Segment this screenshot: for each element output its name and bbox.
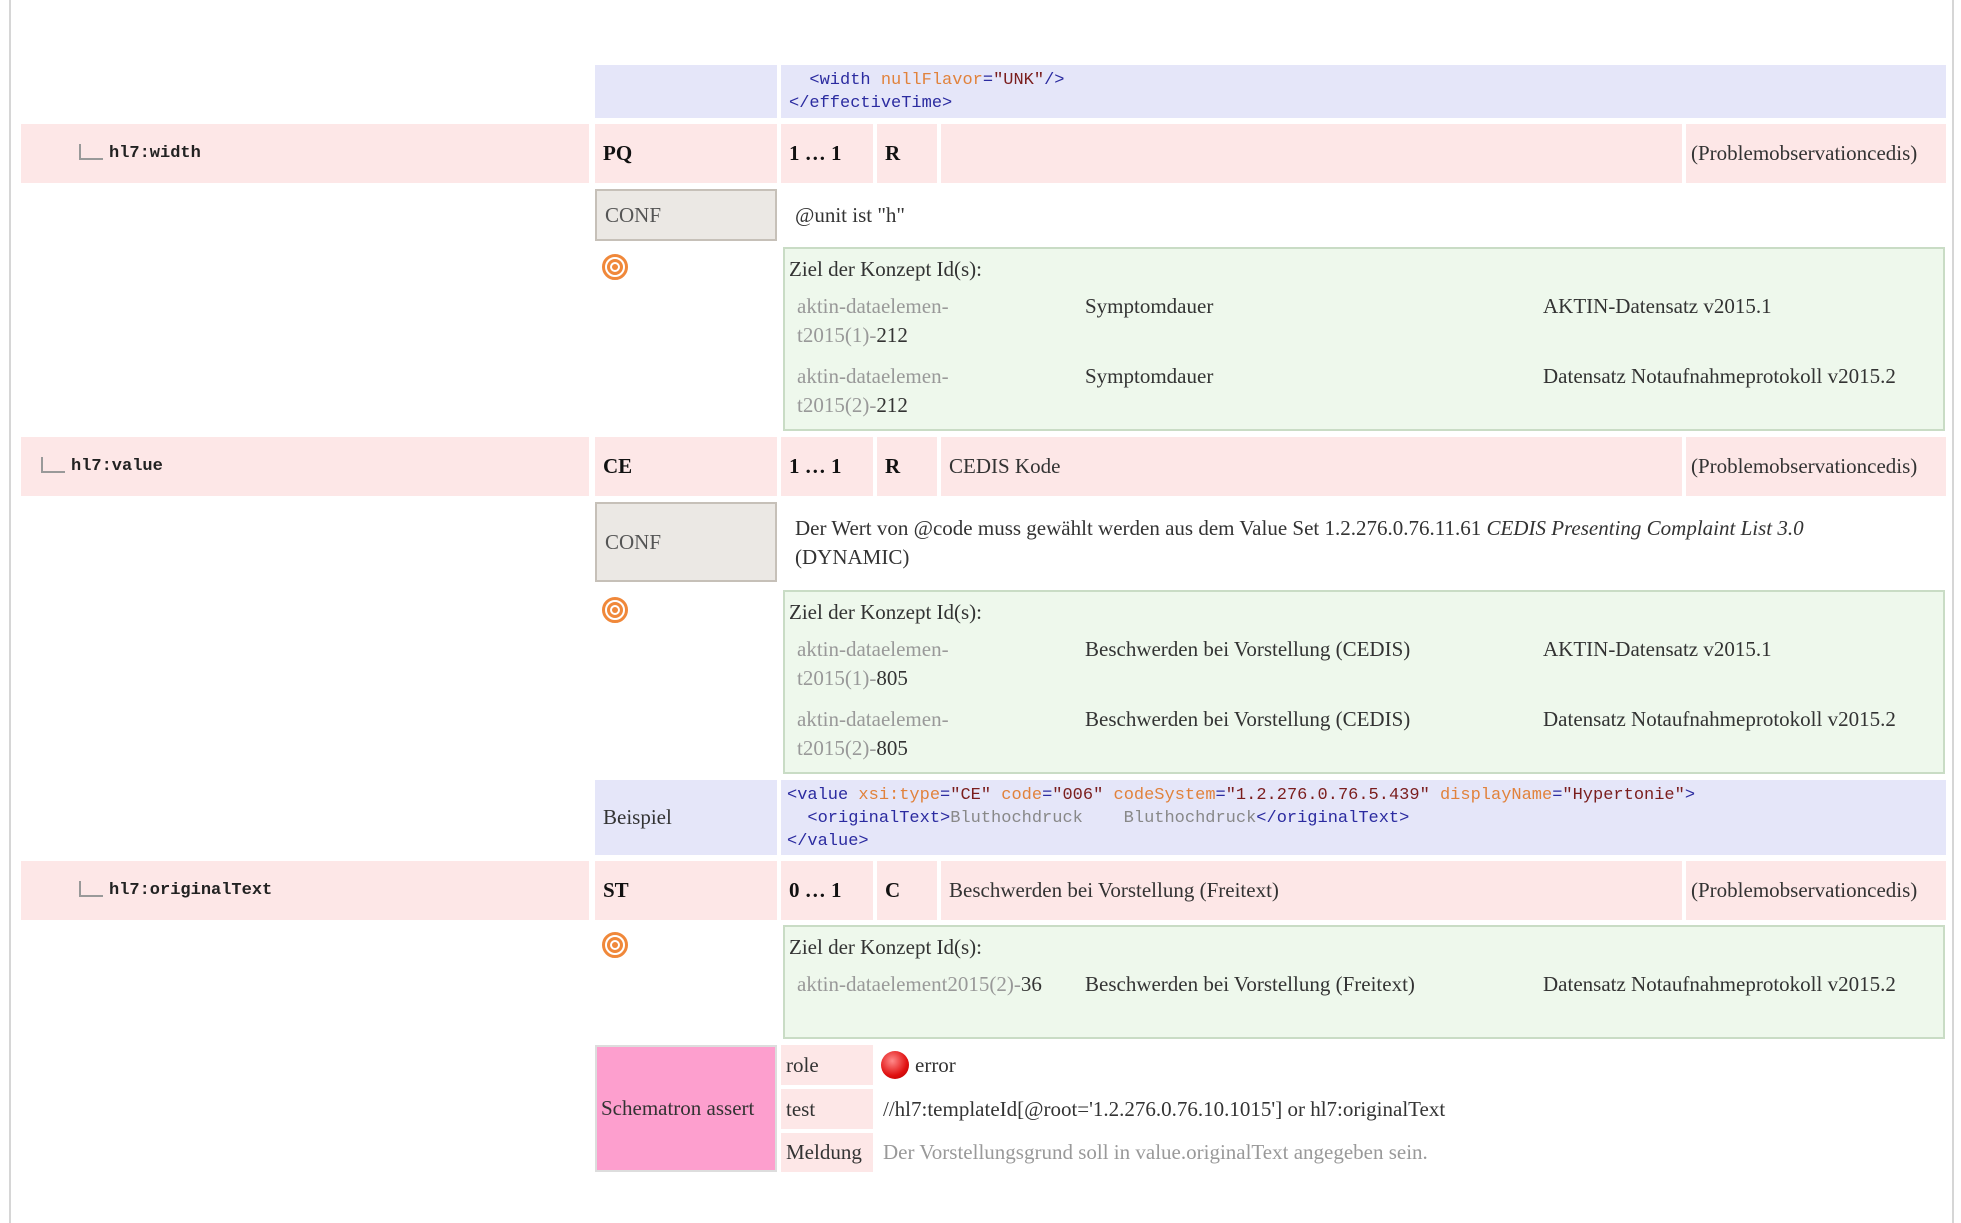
conf-label: CONF <box>595 189 777 241</box>
concept-name: Beschwerden bei Vorstellung (Freitext) <box>1085 972 1415 996</box>
element-row-width[interactable]: hl7:width <box>21 124 589 183</box>
message-label: Meldung <box>781 1133 873 1172</box>
concept-dataset: AKTIN-Datensatz v2015.1 <box>1543 637 1772 661</box>
message-value: Der Vorstellungsgrund soll in value.orig… <box>883 1140 1428 1164</box>
concept-dataset: Datensatz Notaufnahmeprotokoll v2015.2 <box>1543 707 1896 731</box>
element-name: hl7:value <box>71 457 163 476</box>
concept-name: Beschwerden bei Vorstellung (CEDIS) <box>1085 637 1411 661</box>
left-border <box>9 0 11 1223</box>
schematron-label: Schematron assert <box>595 1045 777 1172</box>
test-value: //hl7:templateId[@root='1.2.276.0.76.10.… <box>883 1096 1446 1121</box>
concept-name: Beschwerden bei Vorstellung (CEDIS) <box>1085 707 1411 731</box>
tree-branch-icon <box>79 143 103 160</box>
concept-target-icon <box>602 254 628 280</box>
conformance-cell: C <box>877 861 937 920</box>
effective-time-code: <width nullFlavor="UNK"/> </effectiveTim… <box>781 65 1946 118</box>
datatype-cell: ST <box>595 861 777 920</box>
role-value: error <box>877 1045 1945 1085</box>
concept-id[interactable]: aktin-dataelement2015(2)-36 <box>797 970 1042 999</box>
concept-name: Symptomdauer <box>1085 364 1214 388</box>
concept-dataset: Datensatz Notaufnahmeprotokoll v2015.2 <box>1543 364 1896 388</box>
example-code: <value xsi:type="CE" code="006" codeSyst… <box>781 780 1946 855</box>
concept-id[interactable]: aktin-dataelemen-t2015(1)-805 <box>797 635 1027 693</box>
description-cell <box>941 124 1682 183</box>
conf-label: CONF <box>595 502 777 582</box>
source-cell: (Problemobservationcedis) <box>1686 437 1946 496</box>
element-name: hl7:originalText <box>109 881 273 900</box>
concept-heading: Ziel der Konzept Id(s): <box>789 935 983 959</box>
concept-box-originaltext: Ziel der Konzept Id(s): aktin-dataelemen… <box>783 925 1945 1039</box>
concept-box-value: Ziel der Konzept Id(s): aktin-dataelemen… <box>783 590 1945 774</box>
element-row-value[interactable]: hl7:value <box>21 437 589 496</box>
concept-id[interactable]: aktin-dataelemen-t2015(1)-212 <box>797 292 1027 350</box>
datatype-cell: PQ <box>595 124 777 183</box>
cardinality-cell: 1 … 1 <box>781 124 873 183</box>
concept-heading: Ziel der Konzept Id(s): <box>789 600 983 624</box>
code-label-cell <box>595 65 777 118</box>
concept-target-icon <box>602 597 628 623</box>
conf-text: @unit ist "h" <box>795 202 905 227</box>
element-name: hl7:width <box>109 144 201 163</box>
source-cell: (Problemobservationcedis) <box>1686 861 1946 920</box>
right-border <box>1952 0 1954 1223</box>
error-icon <box>881 1051 909 1079</box>
cardinality-cell: 0 … 1 <box>781 861 873 920</box>
role-label: role <box>781 1045 873 1085</box>
conformance-cell: R <box>877 437 937 496</box>
description-cell: CEDIS Kode <box>941 437 1682 496</box>
concept-id[interactable]: aktin-dataelemen-t2015(2)-805 <box>797 705 1027 763</box>
datatype-cell: CE <box>595 437 777 496</box>
source-cell: (Problemobservationcedis) <box>1686 124 1946 183</box>
concept-id[interactable]: aktin-dataelemen-t2015(2)-212 <box>797 362 1027 420</box>
test-label: test <box>781 1089 873 1129</box>
concept-target-icon <box>602 932 628 958</box>
example-label: Beispiel <box>595 780 777 855</box>
tree-branch-icon <box>79 880 103 897</box>
concept-name: Symptomdauer <box>1085 294 1214 318</box>
conformance-cell: R <box>877 124 937 183</box>
element-row-originaltext[interactable]: hl7:originalText <box>21 861 589 920</box>
cardinality-cell: 1 … 1 <box>781 437 873 496</box>
tree-branch-icon <box>41 456 65 473</box>
concept-dataset: AKTIN-Datensatz v2015.1 <box>1543 294 1772 318</box>
concept-box-width: Ziel der Konzept Id(s): aktin-dataelemen… <box>783 247 1945 431</box>
conf-text: Der Wert von @code muss gewählt werden a… <box>795 516 1804 569</box>
description-cell: Beschwerden bei Vorstellung (Freitext) <box>941 861 1682 920</box>
concept-dataset: Datensatz Notaufnahmeprotokoll v2015.2 <box>1543 972 1896 996</box>
concept-heading: Ziel der Konzept Id(s): <box>789 257 983 281</box>
